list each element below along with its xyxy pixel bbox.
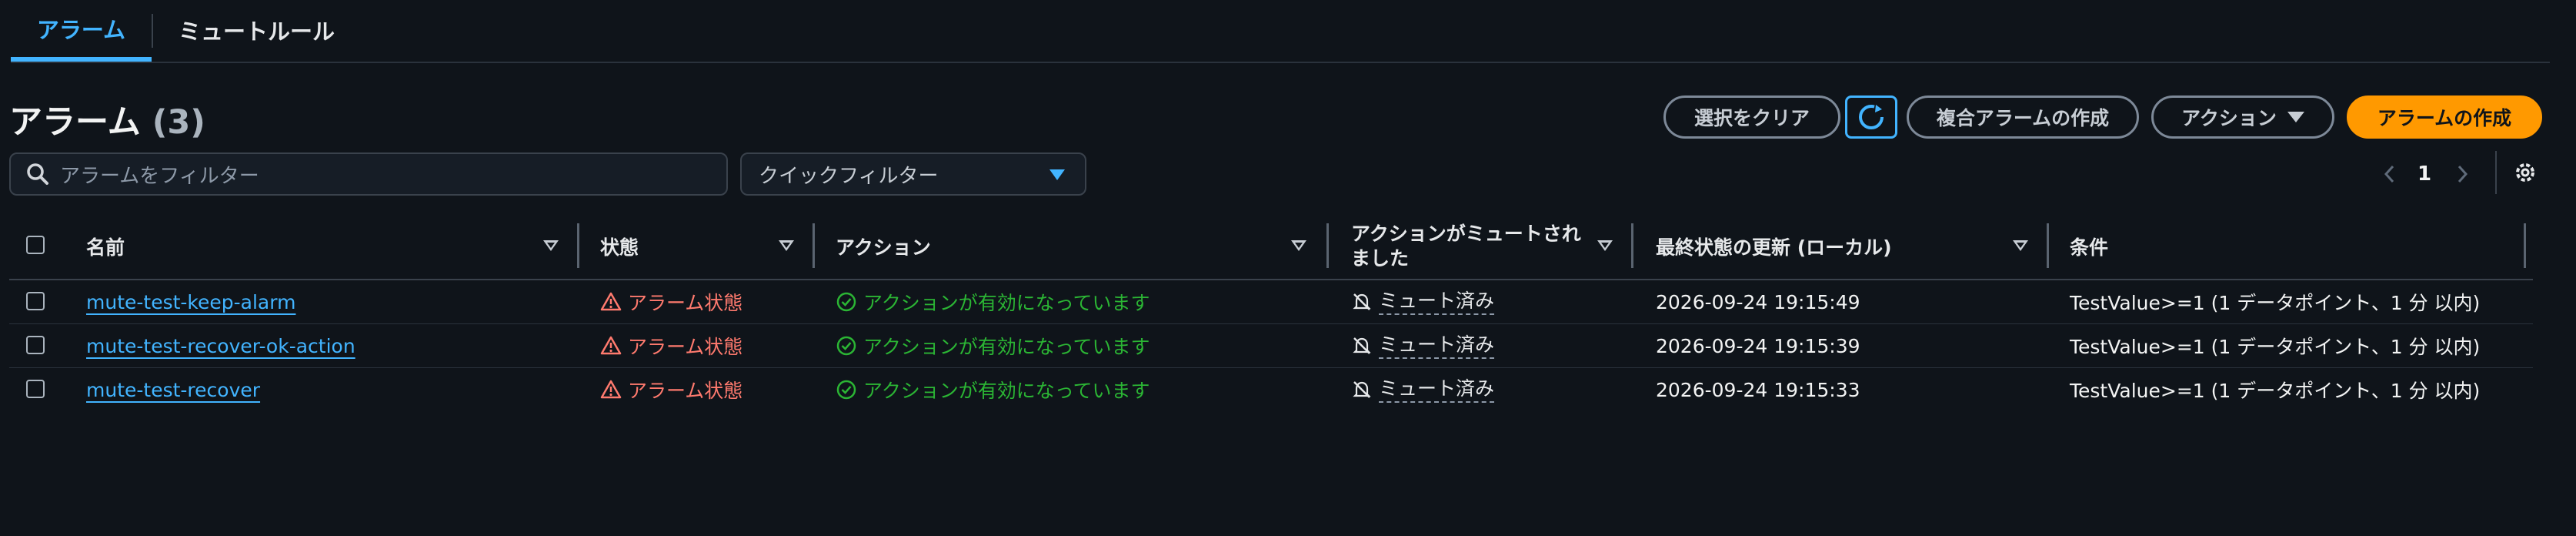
page-title: アラーム (3): [9, 95, 205, 143]
actions-dropdown-button[interactable]: アクション: [2151, 95, 2334, 139]
muted-text[interactable]: ミュート済み: [1379, 289, 1495, 315]
actions-text: アクションが有効になっています: [863, 380, 1150, 402]
create-composite-alarm-label: 複合アラームの作成: [1936, 107, 2110, 129]
sort-icon[interactable]: [2013, 240, 2028, 251]
state-text: アラーム状態: [628, 336, 743, 358]
muted-cell: ミュート済み: [1351, 374, 1495, 405]
muted-cell: ミュート済み: [1351, 330, 1495, 361]
alarm-name[interactable]: mute-test-recover: [86, 379, 260, 401]
column-header-muted[interactable]: アクションがミュートされ ました: [1351, 222, 1581, 271]
row-checkbox[interactable]: [26, 336, 45, 354]
clear-selection-button[interactable]: 選択をクリア: [1663, 95, 1840, 139]
updated-cell: 2026-09-24 19:15:49: [1656, 290, 1860, 313]
column-header-updated[interactable]: 最終状態の更新 (ローカル): [1656, 222, 1892, 271]
alarm-name-link[interactable]: mute-test-keep-alarm: [86, 286, 295, 317]
sort-icon[interactable]: [1597, 240, 1613, 251]
row-checkbox[interactable]: [26, 380, 45, 398]
alarm-filter-input[interactable]: アラームをフィルター: [9, 152, 728, 196]
page-title-text: アラーム: [9, 103, 141, 142]
chevron-left-icon[interactable]: [2381, 162, 2399, 186]
updated-cell: 2026-09-24 19:15:39: [1656, 334, 1860, 357]
state-text: アラーム状態: [628, 292, 743, 314]
bell-slash-icon: [1353, 293, 1371, 310]
sort-icon[interactable]: [779, 240, 794, 251]
quick-filter-select[interactable]: クイックフィルター: [740, 152, 1086, 196]
actions-text: アクションが有効になっています: [863, 292, 1150, 314]
caret-down-icon: [2287, 112, 2304, 122]
actions-cell: アクションが有効になっています: [836, 330, 1150, 361]
alarm-name-link[interactable]: mute-test-recover: [86, 374, 260, 405]
row-divider: [9, 367, 2533, 368]
column-header-state[interactable]: 状態: [600, 222, 639, 271]
filter-placeholder: アラームをフィルター: [60, 164, 259, 188]
conditions-cell: TestValue>=1 (1 データポイント、1 分 以内): [2070, 336, 2481, 358]
updated-cell: 2026-09-24 19:15:33: [1656, 378, 1860, 401]
column-header-conditions[interactable]: 条件: [2070, 222, 2108, 271]
page-number[interactable]: 1: [2418, 162, 2431, 186]
actions-cell: アクションが有効になっています: [836, 286, 1150, 317]
create-alarm-button[interactable]: アラームの作成: [2347, 95, 2542, 139]
state-text: アラーム状態: [628, 380, 743, 402]
column-resizer[interactable]: [2047, 223, 2049, 268]
gear-icon[interactable]: [2511, 159, 2539, 186]
sort-icon[interactable]: [1291, 240, 1306, 251]
bell-slash-icon: [1353, 337, 1371, 354]
actions-text: アクションが有効になっています: [863, 336, 1150, 358]
alarm-name[interactable]: mute-test-recover-ok-action: [86, 335, 355, 357]
bell-slash-icon: [1353, 381, 1371, 398]
header-divider: [9, 279, 2533, 280]
column-resizer[interactable]: [1631, 223, 1633, 268]
column-header-actions[interactable]: アクション: [836, 222, 931, 271]
conditions-cell: TestValue>=1 (1 データポイント、1 分 以内): [2070, 380, 2481, 402]
refresh-button[interactable]: [1845, 95, 1897, 139]
state-cell: アラーム状態: [600, 374, 742, 405]
alarm-name[interactable]: mute-test-keep-alarm: [86, 291, 295, 313]
muted-text[interactable]: ミュート済み: [1379, 377, 1495, 403]
create-composite-alarm-button[interactable]: 複合アラームの作成: [1907, 95, 2139, 139]
sort-icon[interactable]: [543, 240, 559, 251]
alarm-count: (3): [152, 103, 205, 142]
muted-text[interactable]: ミュート済み: [1379, 333, 1495, 359]
column-resizer[interactable]: [2524, 223, 2526, 268]
tab-bar: アラーム ミュートルール: [11, 0, 2550, 63]
conditions-cell: TestValue>=1 (1 データポイント、1 分 以内): [2070, 292, 2481, 314]
tab-alarms[interactable]: アラーム: [11, 0, 152, 62]
warning-icon: [600, 292, 622, 311]
check-circle-icon: [836, 380, 856, 400]
check-circle-icon: [836, 336, 856, 356]
create-alarm-label: アラームの作成: [2377, 107, 2512, 129]
tab-mute-rules[interactable]: ミュートルール: [179, 0, 335, 60]
caret-down-icon: [1049, 169, 1065, 180]
column-header-muted-line2: ました: [1351, 247, 1410, 270]
select-all-checkbox[interactable]: [26, 236, 45, 254]
actions-cell: アクションが有効になっています: [836, 374, 1150, 405]
search-icon: [27, 163, 48, 185]
check-circle-icon: [836, 292, 856, 312]
state-cell: アラーム状態: [600, 330, 742, 361]
tab-divider: [152, 14, 153, 48]
refresh-icon: [1859, 105, 1884, 129]
column-resizer[interactable]: [577, 223, 579, 268]
clear-selection-label: 選択をクリア: [1693, 107, 1810, 129]
alarm-name-link[interactable]: mute-test-recover-ok-action: [86, 330, 355, 361]
state-cell: アラーム状態: [600, 286, 742, 317]
pagination-divider: [2495, 151, 2497, 194]
actions-dropdown-label: アクション: [2181, 107, 2277, 129]
row-checkbox[interactable]: [26, 292, 45, 310]
quick-filter-placeholder: クイックフィルター: [759, 164, 939, 188]
column-resizer[interactable]: [813, 223, 815, 268]
row-divider: [9, 323, 2533, 324]
column-resizer[interactable]: [1326, 223, 1329, 268]
column-header-muted-line1: アクションがミュートされ: [1351, 223, 1581, 245]
warning-icon: [600, 380, 622, 399]
pagination: 1: [2381, 157, 2471, 191]
chevron-right-icon[interactable]: [2453, 162, 2471, 186]
column-header-name[interactable]: 名前: [86, 222, 125, 271]
warning-icon: [600, 336, 622, 355]
muted-cell: ミュート済み: [1351, 286, 1495, 317]
